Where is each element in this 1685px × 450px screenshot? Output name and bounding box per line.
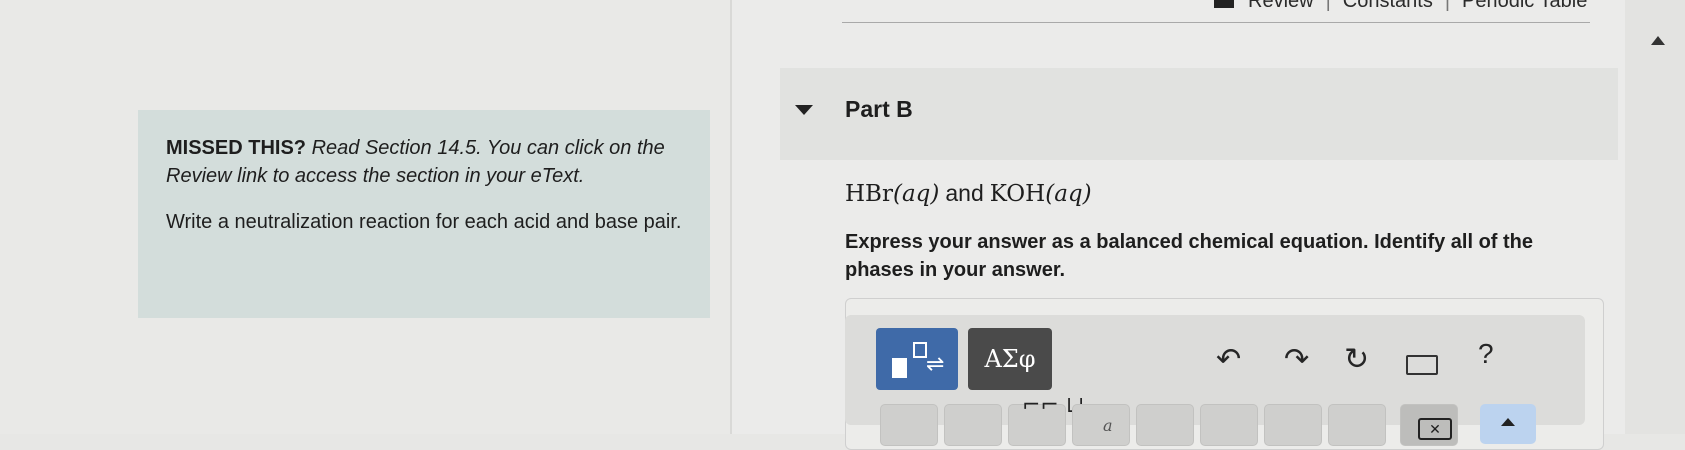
book-icon [1214,0,1234,8]
answer-instructions: Express your answer as a balanced chemic… [845,231,1534,281]
part-title: Part B [845,96,913,122]
reactant-pair: HBr(aq) and KOH(aq) [845,180,1092,207]
acid-phase: (aq) [892,181,940,207]
hint-text: MISSED THIS? Read Section 14.5. You can … [166,134,682,190]
acid-formula: HBr [845,181,893,207]
base-phase: (aq) [1045,181,1092,207]
backspace-icon: ✕ [1418,418,1452,440]
collapse-caret-icon[interactable] [795,105,813,115]
undo-icon[interactable]: ↶ [1216,342,1241,377]
task-text: Write a neutralization reaction for each… [166,211,682,233]
redo-icon[interactable]: ↷ [1284,342,1309,377]
constants-link[interactable]: Constants [1343,0,1433,12]
template-slot-icon [892,358,907,378]
keyboard-icon[interactable] [1406,355,1438,375]
keypad-key[interactable] [1136,404,1194,446]
keypad-key[interactable] [944,404,1002,446]
header-divider [842,22,1590,23]
keypad-key[interactable] [880,404,938,446]
link-separator: | [1325,0,1331,12]
scroll-up-arrow-icon[interactable] [1651,36,1665,45]
keypad-key[interactable] [1264,404,1322,446]
template-slot-icon [913,342,927,358]
link-separator: | [1444,0,1451,12]
chevron-up-icon [1501,418,1515,426]
subscript-key-label: a [1103,416,1113,435]
reactant-conjunction: and [945,180,984,206]
keypad-key[interactable] [1200,404,1258,446]
keypad-key[interactable] [1328,404,1386,446]
symbols-button[interactable]: ΑΣφ [968,328,1052,390]
templates-button[interactable]: ⇌ [876,328,958,390]
missed-this-label: MISSED THIS? [166,137,307,159]
hint-panel: MISSED THIS? Read Section 14.5. You can … [138,110,710,318]
reset-icon[interactable]: ↻ [1344,342,1369,377]
keypad-key[interactable] [1072,404,1130,446]
equilibrium-arrow-icon: ⇌ [926,352,945,377]
part-b-header[interactable]: Part B [780,68,1618,160]
resource-links: Review | Constants | Periodic Table [1208,0,1593,13]
collapse-keypad-button[interactable] [1480,404,1536,444]
help-icon[interactable]: ? [1478,338,1494,370]
scrollbar[interactable] [1625,0,1685,434]
periodic-table-link[interactable]: Periodic Table [1462,0,1587,12]
base-formula: KOH [989,181,1046,207]
review-link[interactable]: Review [1248,0,1314,12]
